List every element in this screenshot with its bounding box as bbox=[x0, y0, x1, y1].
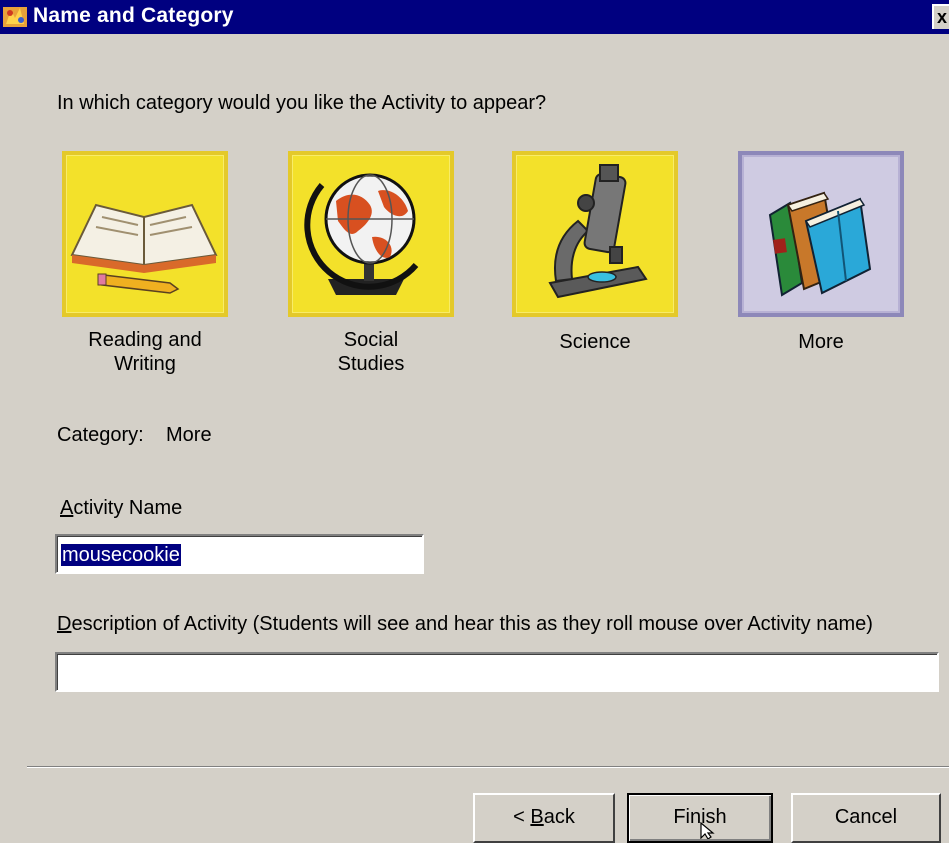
activity-name-label-text: ctivity Name bbox=[73, 497, 183, 519]
category-tile-science[interactable] bbox=[512, 151, 678, 317]
category-tile-reading-writing[interactable] bbox=[62, 151, 228, 317]
books-icon bbox=[768, 191, 872, 297]
back-button-prefix: < bbox=[513, 806, 531, 828]
category-tile-more[interactable] bbox=[738, 151, 904, 317]
activity-name-input[interactable]: mousecookie bbox=[55, 534, 424, 574]
description-accesskey: D bbox=[57, 613, 72, 635]
activity-name-label: Activity Name bbox=[60, 497, 182, 520]
title-bar[interactable]: Name and Category x bbox=[0, 0, 949, 34]
description-label-text: escription of Activity (Students will se… bbox=[71, 613, 873, 635]
category-label-reading-writing: Reading and Writing bbox=[88, 329, 202, 375]
microscope-icon bbox=[548, 164, 648, 299]
window-title: Name and Category bbox=[33, 4, 234, 27]
back-button[interactable]: < Back bbox=[473, 793, 615, 843]
close-button[interactable]: x bbox=[932, 4, 949, 29]
category-tile-social-studies[interactable] bbox=[288, 151, 454, 317]
back-button-label: ack bbox=[543, 806, 575, 828]
mouse-cursor-icon bbox=[700, 822, 715, 839]
globe-icon bbox=[304, 173, 419, 295]
description-label: Description of Activity (Students will s… bbox=[57, 613, 873, 636]
cancel-button[interactable]: Cancel bbox=[791, 793, 941, 843]
category-label-more: More bbox=[798, 331, 844, 353]
description-input[interactable] bbox=[55, 652, 939, 692]
app-icon bbox=[3, 7, 27, 27]
open-book-pencil-icon bbox=[70, 203, 218, 294]
category-label-social-studies: Social Studies bbox=[337, 329, 405, 375]
activity-name-value: mousecookie bbox=[61, 544, 181, 566]
category-caption: Category: bbox=[57, 424, 144, 446]
category-value: More bbox=[166, 424, 212, 446]
category-prompt: In which category would you like the Act… bbox=[57, 92, 547, 114]
back-button-accesskey: B bbox=[530, 806, 544, 828]
footer-separator-highlight bbox=[27, 767, 949, 768]
activity-name-accesskey: A bbox=[60, 497, 74, 519]
category-label-science: Science bbox=[559, 331, 631, 353]
